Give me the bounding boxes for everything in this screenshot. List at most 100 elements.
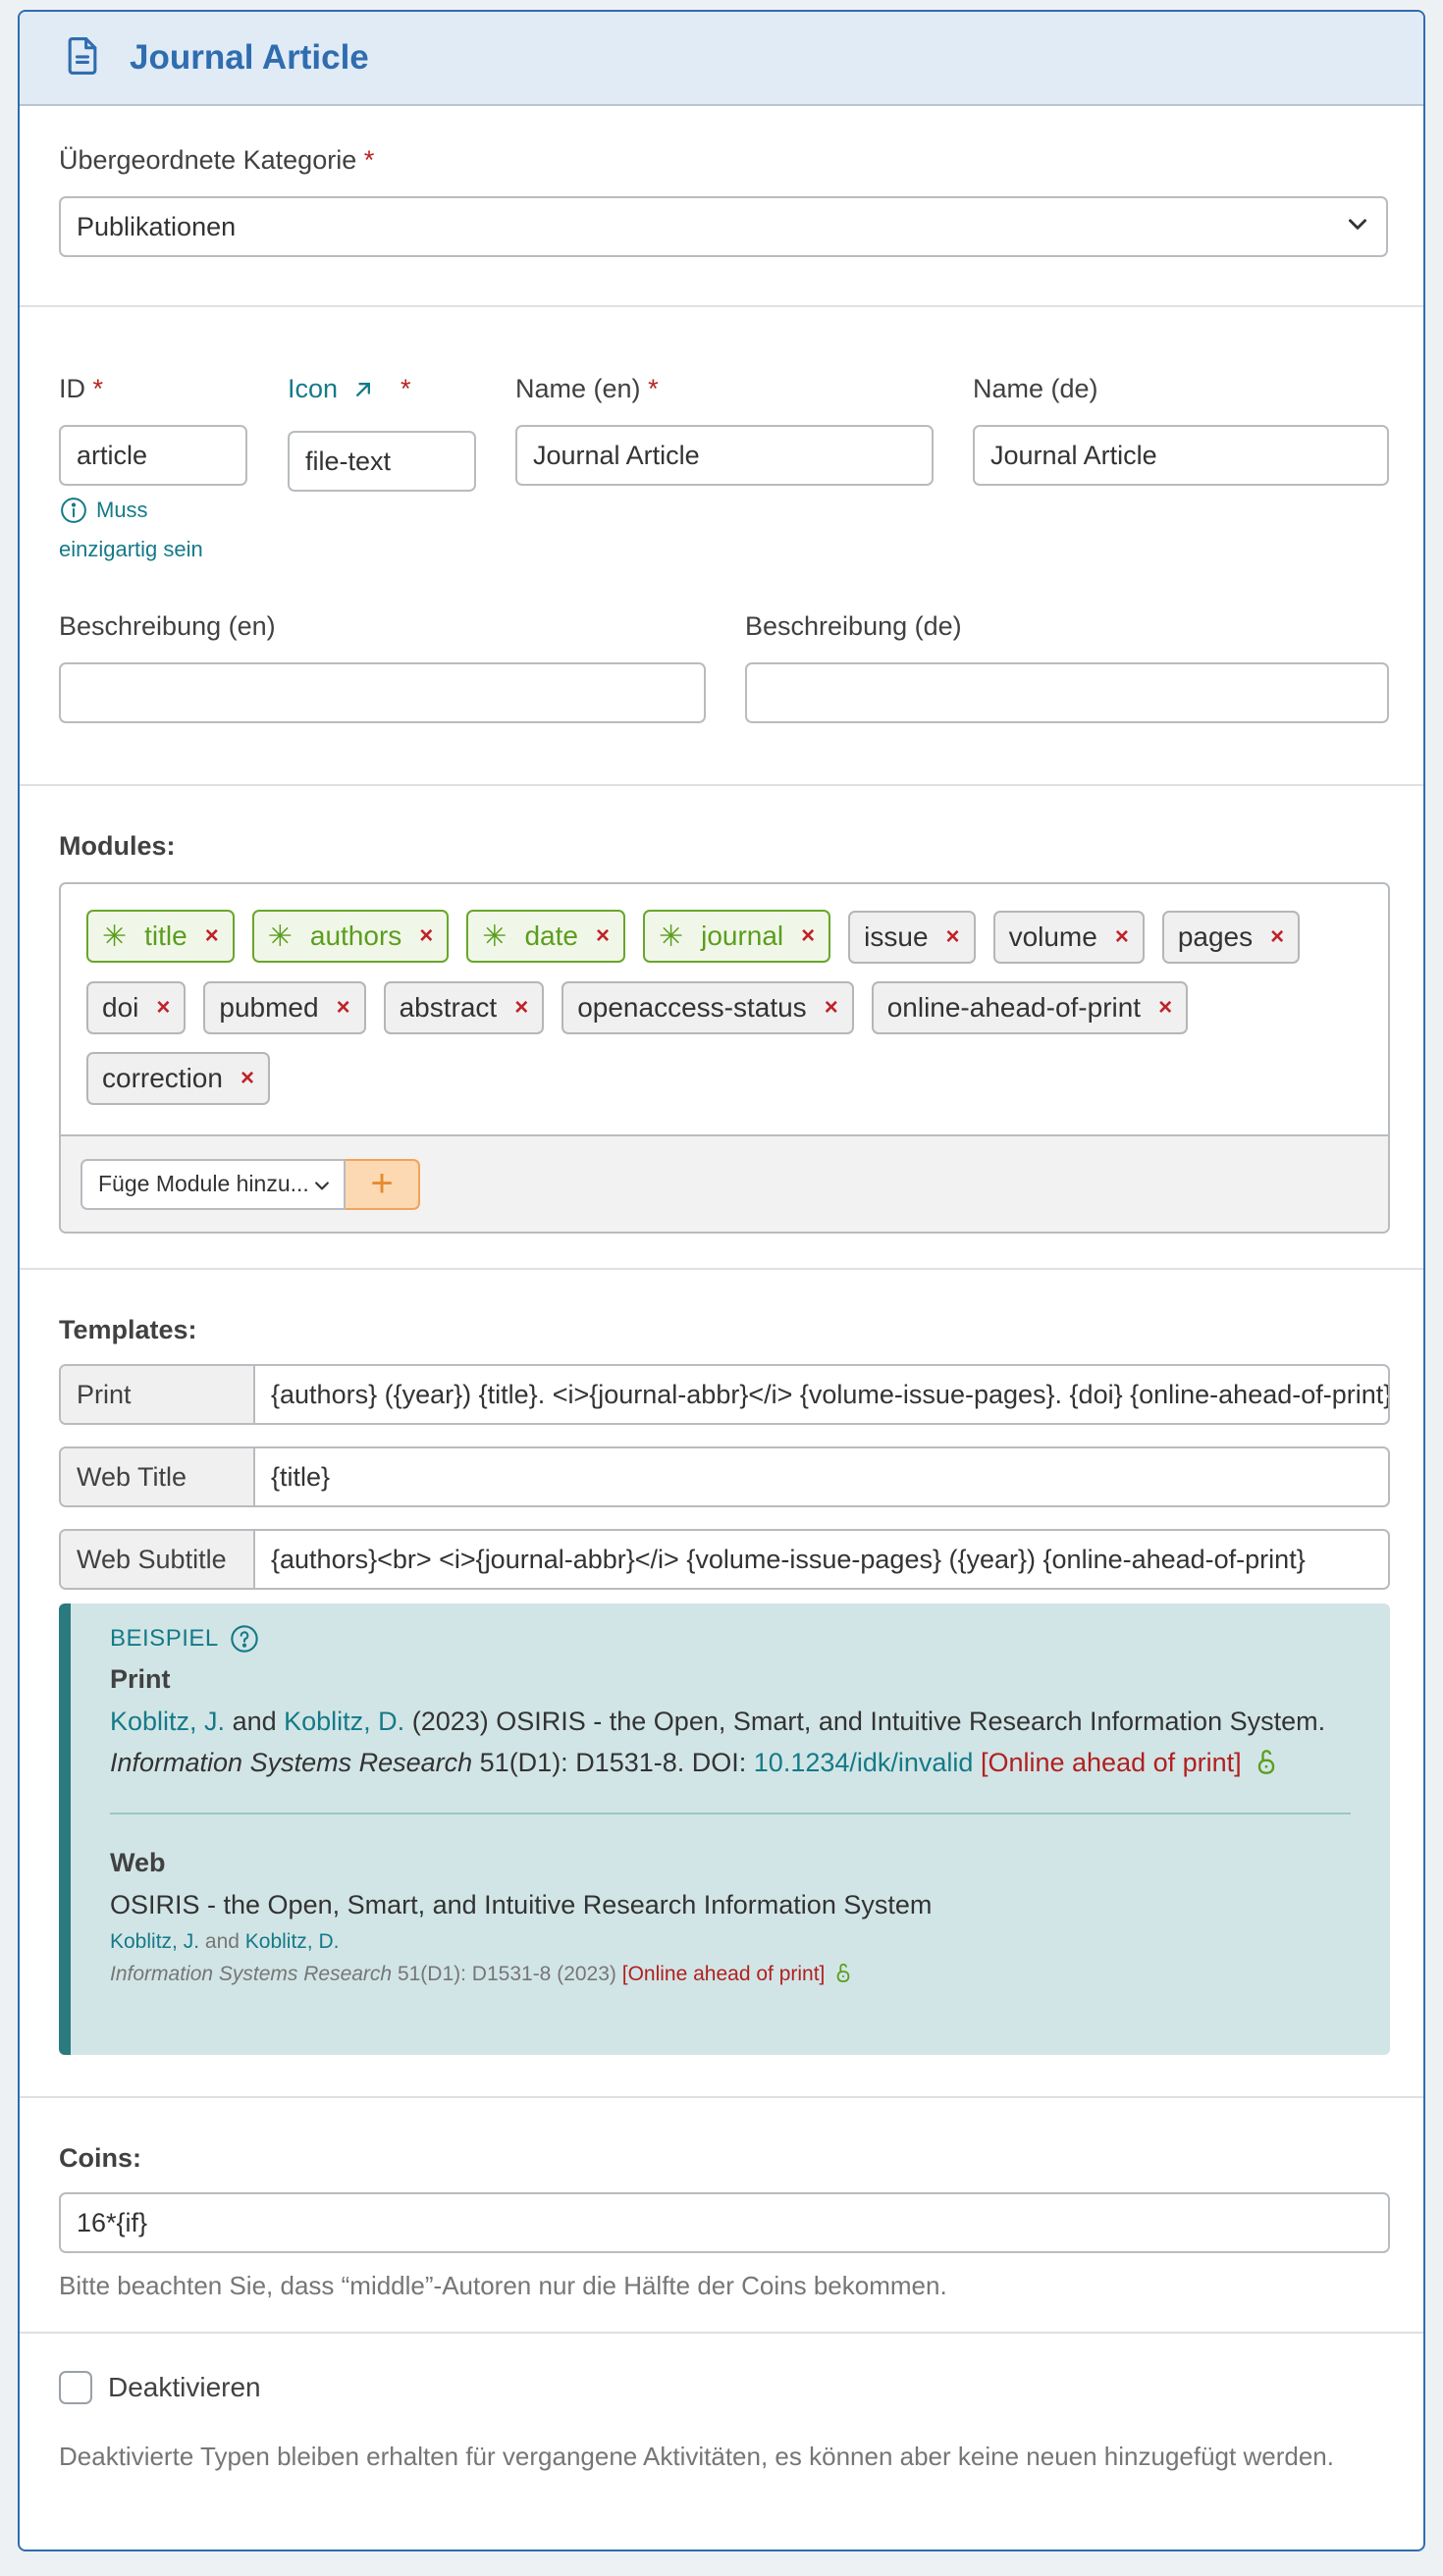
templates-list: Print {authors} ({year}) {title}. <i>{jo… [59, 1364, 1390, 1611]
deactivate-label: Deaktivieren [108, 2372, 261, 2402]
deactivate-toggle[interactable]: Deaktivieren [59, 2371, 261, 2404]
remove-module-icon[interactable]: × [596, 922, 610, 950]
remove-module-icon[interactable]: × [825, 994, 838, 1022]
card-header: Journal Article [20, 12, 1423, 106]
desc-en-input[interactable] [59, 662, 706, 723]
open-lock-icon [834, 1962, 852, 1983]
module-tag-online-ahead-of-print[interactable]: online-ahead-of-print × [871, 980, 1189, 1034]
deactivate-checkbox[interactable] [59, 2371, 92, 2404]
page-title: Journal Article [130, 38, 369, 77]
deactivate-hint: Deaktivierte Typen bleiben erhalten für … [59, 2442, 1334, 2471]
module-tag-abstract[interactable]: abstract × [383, 980, 545, 1034]
remove-module-icon[interactable]: × [1158, 994, 1172, 1022]
author-link[interactable]: Koblitz, J. [110, 1707, 225, 1736]
desc-de-label: Beschreibung (de) [745, 611, 962, 641]
module-tag-date[interactable]: ✳ date × [466, 910, 625, 963]
module-tag-openaccess-status[interactable]: openaccess-status × [561, 980, 854, 1034]
remove-module-icon[interactable]: × [946, 923, 960, 951]
remove-module-icon[interactable]: × [205, 922, 219, 950]
example-title: BEISPIEL [110, 1623, 1351, 1655]
type-editor-card: Journal Article Übergeordnete Kategorie … [18, 10, 1425, 2551]
template-web-title-input[interactable]: {title} [255, 1448, 1388, 1505]
example-box: BEISPIEL Print Koblitz, J. and Koblitz, … [59, 1603, 1390, 2055]
module-tag-label: authors [309, 920, 402, 951]
coins-section: Coins: 16*{if} Bitte beachten Sie, dass … [20, 2098, 1423, 2334]
desc-de-input[interactable] [745, 662, 1389, 723]
module-tag-authors[interactable]: ✳ authors × [251, 910, 450, 963]
remove-module-icon[interactable]: × [1270, 923, 1284, 951]
remove-module-icon[interactable]: × [1115, 923, 1129, 951]
remove-module-icon[interactable]: × [801, 922, 815, 950]
name-en-input[interactable]: Journal Article [515, 425, 934, 486]
fields-section: ID * article Muss einzigartig sein Icon … [20, 307, 1423, 786]
coins-input[interactable]: 16*{if} [59, 2192, 1390, 2253]
external-link-icon[interactable] [349, 376, 377, 403]
template-row-web-title: Web Title {title} [59, 1446, 1390, 1507]
id-hint-line2: einzigartig sein [59, 537, 203, 561]
module-tag-label: correction [102, 1062, 223, 1093]
module-tag-label: abstract [399, 991, 498, 1023]
template-key: Web Title [61, 1448, 255, 1505]
id-label: ID * [59, 374, 104, 403]
module-tag-label: volume [1008, 920, 1097, 952]
example-web-heading: Web [110, 1848, 166, 1877]
remove-module-icon[interactable]: × [514, 994, 528, 1022]
name-de-input[interactable]: Journal Article [973, 425, 1389, 486]
module-tag-title[interactable]: ✳ title × [86, 910, 235, 963]
modules-box: ✳ title × ✳ authors × ✳ date × ✳ journal × issue × vol… [59, 882, 1390, 1234]
module-tag-label: journal [701, 920, 784, 951]
remove-module-icon[interactable]: × [337, 994, 350, 1022]
desc-en-label: Beschreibung (en) [59, 611, 276, 641]
template-key: Print [61, 1366, 255, 1423]
help-icon[interactable] [229, 1623, 260, 1655]
remove-module-icon[interactable]: × [419, 922, 433, 950]
modules-label: Modules: [59, 831, 176, 861]
template-web-subtitle-input[interactable]: {authors}<br> <i>{journal-abbr}</i> {vol… [255, 1531, 1388, 1588]
author-link[interactable]: Koblitz, J. [110, 1930, 199, 1953]
plus-icon: + [370, 1162, 394, 1205]
module-tag-doi[interactable]: doi × [86, 980, 187, 1034]
required-asterisk-icon: ✳ [482, 920, 508, 953]
remove-module-icon[interactable]: × [240, 1065, 254, 1092]
template-print-input[interactable]: {authors} ({year}) {title}. <i>{journal-… [255, 1366, 1388, 1423]
module-tag-label: pages [1177, 920, 1254, 952]
example-divider [110, 1813, 1351, 1814]
module-tag-correction[interactable]: correction × [86, 1051, 270, 1105]
required-asterisk-icon: ✳ [102, 920, 128, 953]
example-print-citation: Koblitz, J. and Koblitz, D. (2023) OSIRI… [110, 1707, 1326, 1777]
open-lock-icon [1255, 1748, 1278, 1775]
chevron-down-icon [1345, 211, 1370, 243]
parent-category-section: Übergeordnete Kategorie * Publikationen [20, 106, 1423, 307]
template-key: Web Subtitle [61, 1531, 255, 1588]
icon-link[interactable]: Icon [288, 374, 338, 404]
add-module-select[interactable]: Füge Module hinzu... [80, 1158, 346, 1210]
module-tag-label: online-ahead-of-print [886, 991, 1142, 1023]
templates-label: Templates: [59, 1315, 197, 1344]
parent-category-select[interactable]: Publikationen [59, 196, 1388, 257]
id-hint: Muss [59, 496, 148, 525]
module-tag-pubmed[interactable]: pubmed × [203, 980, 366, 1034]
module-tag-label: issue [864, 920, 929, 952]
module-tag-label: date [524, 920, 578, 951]
info-icon [59, 496, 88, 525]
remove-module-icon[interactable]: × [156, 994, 170, 1022]
required-asterisk-icon: ✳ [658, 920, 684, 953]
author-link[interactable]: Koblitz, D. [284, 1707, 404, 1736]
module-tag-journal[interactable]: ✳ journal × [642, 910, 831, 963]
icon-input[interactable]: file-text [288, 431, 476, 492]
parent-category-value: Publikationen [77, 211, 237, 241]
example-web-title: OSIRIS - the Open, Smart, and Intuitive … [110, 1890, 933, 1919]
module-tag-label: title [144, 920, 187, 951]
author-link[interactable]: Koblitz, D. [245, 1930, 340, 1953]
template-row-print: Print {authors} ({year}) {title}. <i>{jo… [59, 1364, 1390, 1425]
module-tag-label: openaccess-status [577, 991, 807, 1023]
module-tag-pages[interactable]: pages × [1161, 910, 1301, 964]
doi-link[interactable]: 10.1234/idk/invalid [754, 1748, 974, 1777]
module-list: ✳ title × ✳ authors × ✳ date × ✳ journal × issue × vol… [61, 884, 1388, 1136]
id-input[interactable]: article [59, 425, 247, 486]
module-tag-volume[interactable]: volume × [992, 910, 1145, 964]
example-web-authors: Koblitz, J. and Koblitz, D. [110, 1930, 340, 1953]
module-tag-issue[interactable]: issue × [848, 910, 976, 964]
add-module-button[interactable]: + [344, 1158, 420, 1210]
example-web-meta: Information Systems Research 51(D1): D15… [110, 1962, 1351, 1986]
